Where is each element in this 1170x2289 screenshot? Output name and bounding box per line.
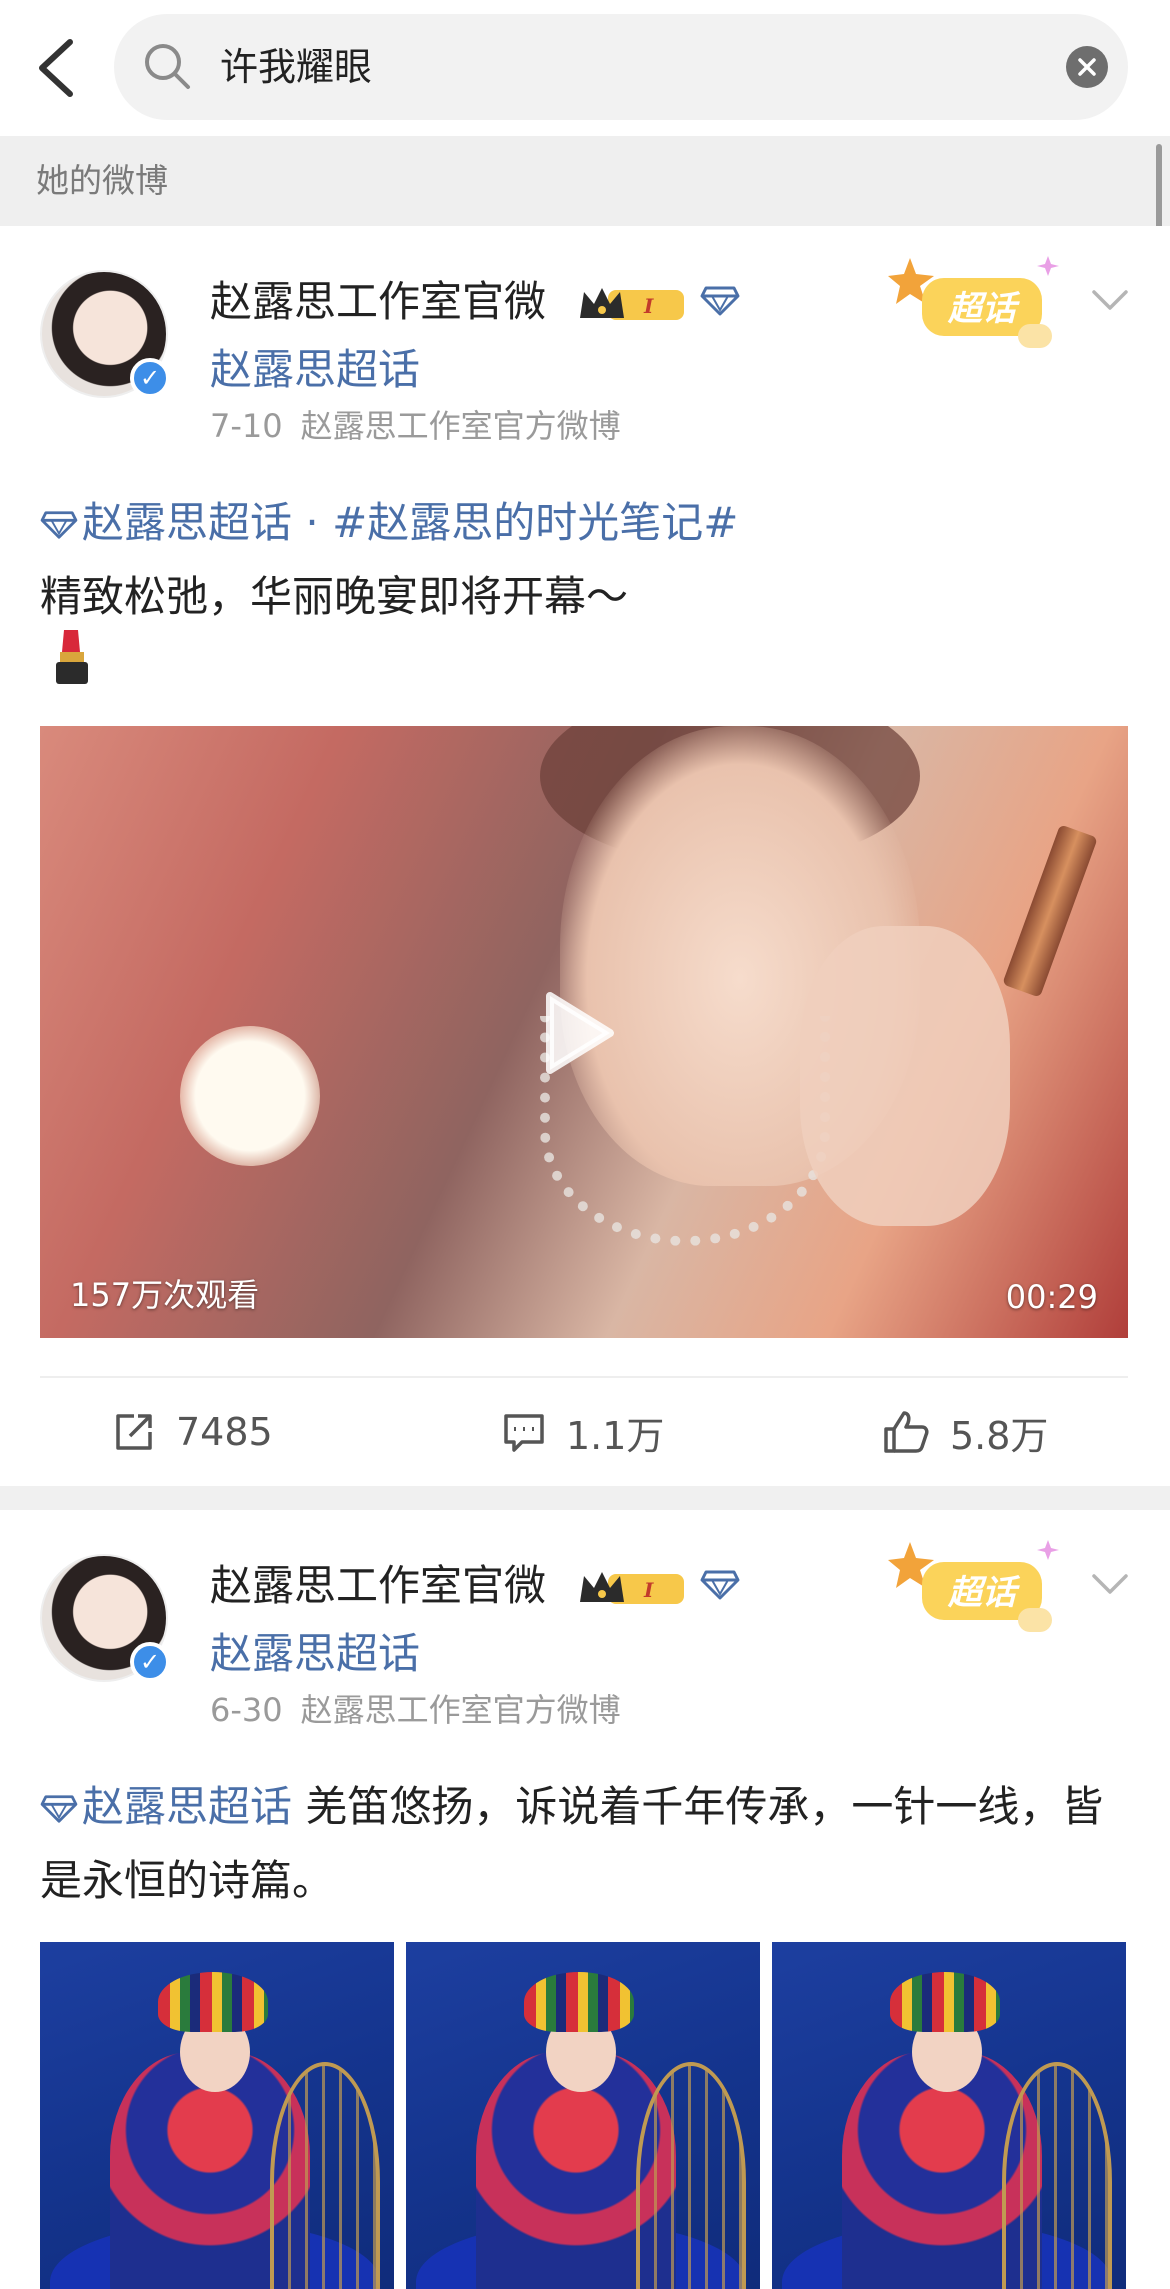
clear-icon[interactable] [1066, 46, 1108, 88]
comment-button[interactable]: 1.1万 [502, 1378, 664, 1486]
diamond-icon[interactable] [700, 1568, 740, 1606]
chevron-down-icon[interactable] [1090, 288, 1130, 316]
repost-icon [116, 1414, 152, 1450]
play-icon[interactable] [540, 988, 620, 1082]
topic-name[interactable]: 赵露思超话 [210, 1626, 420, 1682]
post-card: ✓ 赵露思工作室官微 I 赵露思超话 6-30 赵露思工作室官方微博 超话 赵露思… [0, 1510, 1170, 2289]
video-frame-light [180, 1026, 320, 1166]
back-arrow-icon[interactable] [28, 30, 84, 106]
video-player[interactable]: 157万次观看 00:29 [40, 726, 1128, 1338]
gallery-image[interactable] [406, 1942, 760, 2289]
gallery-image[interactable] [40, 1942, 394, 2289]
author-name[interactable]: 赵露思工作室官微 [210, 1558, 546, 1614]
chaohua-badge-text: 超话 [947, 290, 1021, 328]
video-frame-hand [800, 926, 1010, 1226]
photo-hat [890, 1972, 1000, 2032]
comment-count: 1.1万 [566, 1413, 665, 1458]
photo-cage [636, 2062, 746, 2289]
post-text: 赵露思超话 · #赵露思的时光笔记# 精致松弛，华丽晚宴即将开幕～ [40, 488, 1130, 632]
verified-icon: ✓ [130, 1642, 170, 1682]
like-count: 5.8万 [950, 1413, 1049, 1458]
gallery-image[interactable] [772, 1942, 1126, 2289]
like-button[interactable]: 5.8万 [882, 1378, 1048, 1486]
topic-link[interactable]: 赵露思超话 [82, 498, 292, 547]
post-source: 赵露思工作室官方微博 [300, 1691, 621, 1729]
post-meta: 6-30 赵露思工作室官方微博 [210, 1688, 621, 1732]
diamond-icon [40, 492, 78, 562]
crown-icon[interactable]: I [578, 282, 690, 330]
post-date: 6-30 [210, 1691, 283, 1729]
comment-icon [504, 1414, 544, 1452]
section-title: 她的微博 [36, 161, 168, 200]
photo-hat [524, 1972, 634, 2032]
repost-button[interactable]: 7485 [112, 1378, 273, 1486]
repost-count: 7485 [176, 1410, 273, 1454]
level-badge-text: I [643, 1578, 654, 1602]
lipstick-emoji-icon [52, 626, 92, 690]
image-gallery [40, 1942, 1130, 2289]
video-views: 157万次观看 [70, 1276, 260, 1314]
photo-cage [270, 2062, 380, 2289]
topic-name[interactable]: 赵露思超话 [210, 342, 420, 398]
video-frame-lipstick [1002, 824, 1098, 998]
chaohua-badge[interactable]: 超话 [888, 1540, 1068, 1654]
separator: · [292, 498, 333, 547]
level-badge-text: I [643, 294, 654, 318]
hashtag-link[interactable]: #赵露思的时光笔记# [332, 498, 738, 547]
author-name[interactable]: 赵露思工作室官微 [210, 274, 546, 330]
post-date: 7-10 [210, 407, 283, 445]
post-text: 赵露思超话 羌笛悠扬，诉说着千年传承，一针一线，皆是永恒的诗篇。 [40, 1772, 1130, 1916]
action-bar: 7485 1.1万 5.8万 [0, 1378, 1170, 1486]
search-input[interactable]: 许我耀眼 [220, 14, 372, 120]
photo-cage [1002, 2062, 1112, 2289]
verified-icon: ✓ [130, 358, 170, 398]
section-header: 她的微博 [0, 136, 1170, 226]
chaohua-badge-text: 超话 [947, 1574, 1021, 1612]
post-card: ✓ 赵露思工作室官微 I 赵露思超话 7-10 赵露思工作室官方微博 超话 赵露思… [0, 226, 1170, 1486]
top-bar: 许我耀眼 [0, 0, 1170, 136]
crown-icon[interactable]: I [578, 1566, 690, 1614]
chaohua-badge[interactable]: 超话 [888, 256, 1068, 370]
search-box[interactable]: 许我耀眼 [114, 14, 1128, 120]
post-body: 精致松弛，华丽晚宴即将开幕～ [40, 572, 629, 621]
post-meta: 7-10 赵露思工作室官方微博 [210, 404, 621, 448]
post-source: 赵露思工作室官方微博 [300, 407, 621, 445]
diamond-icon [40, 1776, 78, 1846]
chevron-down-icon[interactable] [1090, 1572, 1130, 1600]
video-duration: 00:29 [1005, 1278, 1098, 1316]
topic-link[interactable]: 赵露思超话 [82, 1782, 292, 1831]
search-icon [142, 41, 192, 95]
diamond-icon[interactable] [700, 284, 740, 322]
like-icon [884, 1411, 929, 1453]
photo-hat [158, 1972, 268, 2032]
